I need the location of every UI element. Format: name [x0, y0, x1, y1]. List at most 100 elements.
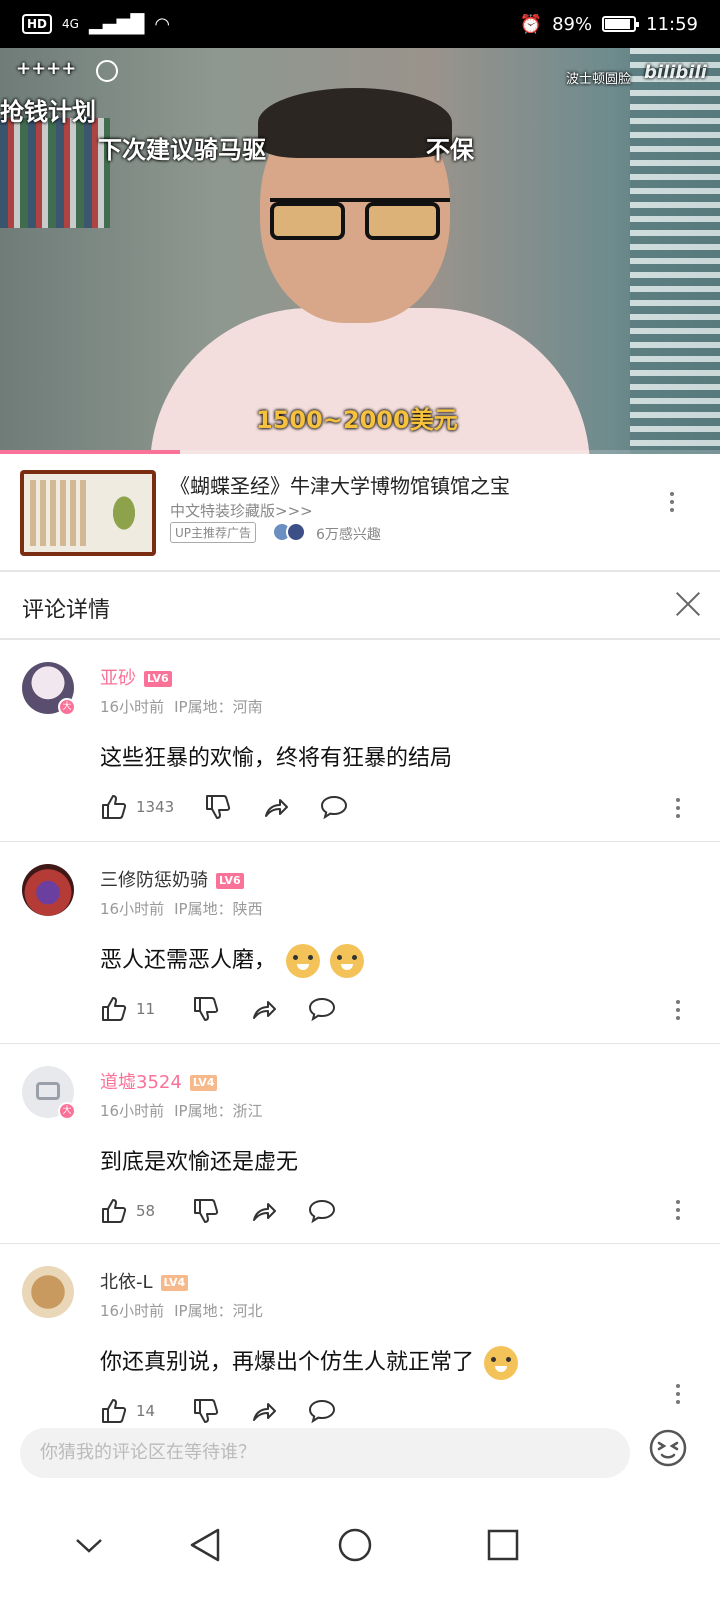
like-count: 58 [136, 1202, 156, 1220]
comment-time: 16小时前 [100, 900, 165, 918]
battery-icon [602, 16, 640, 32]
avatar[interactable] [22, 1266, 74, 1318]
wifi-icon: ◠ [154, 13, 171, 35]
like-button[interactable]: 11 [100, 995, 162, 1023]
comment-bubble-icon [308, 1199, 336, 1224]
thumb-up-icon [102, 1399, 127, 1423]
overlay-circle-icon [96, 60, 118, 82]
doge-emoji-icon [330, 944, 365, 978]
ad-card[interactable]: 《蝴蝶圣经》牛津大学博物馆镇馆之宝 中文特装珍藏版>>> UP主推荐广告 6万感… [0, 454, 720, 572]
comment-ip: IP属地：河北 [174, 1302, 263, 1320]
ad-subtitle[interactable]: 中文特装珍藏版>>> [170, 500, 313, 521]
comment-meta: 16小时前 IP属地：河南 [100, 696, 263, 717]
comment-username[interactable]: 道墟3524 LV4 [100, 1068, 218, 1094]
reply-button[interactable] [308, 1197, 336, 1225]
thumb-up-icon [102, 795, 127, 819]
comment-meta: 16小时前 IP属地：河北 [100, 1300, 263, 1321]
overlay-plus-text: ++++ [16, 58, 77, 79]
avatar[interactable]: 大 [22, 662, 76, 716]
like-button[interactable]: 14 [100, 1397, 162, 1425]
overlay-title: 抢钱计划 [0, 98, 96, 126]
comment-username[interactable]: 亚砂 LV6 [100, 664, 172, 690]
emoji-picker-icon[interactable] [648, 1428, 688, 1468]
comment-actions: 11 [100, 994, 366, 1024]
comment-time: 16小时前 [100, 1302, 165, 1320]
back-triangle-icon[interactable] [180, 1520, 230, 1570]
comment-detail-header: 评论详情 [0, 572, 720, 640]
like-button[interactable]: 1343 [100, 793, 174, 821]
comment-more-icon[interactable] [668, 1384, 688, 1404]
share-icon [253, 1403, 276, 1421]
dislike-button[interactable] [204, 793, 232, 821]
recents-square-icon[interactable] [478, 1520, 528, 1570]
share-button[interactable] [262, 793, 290, 821]
comment-input[interactable]: 你猜我的评论区在等待谁？ [20, 1428, 630, 1478]
share-icon [253, 1203, 276, 1221]
like-count: 11 [136, 1000, 156, 1018]
subtitle-top-tail: 不保 [426, 136, 474, 164]
comment-item: 三修防惩奶骑 LV6 16小时前 IP属地：陕西 恶人还需恶人磨， 11 [0, 842, 720, 1044]
comment-bubble-icon [308, 997, 336, 1022]
ad-interest-count: 6万感兴趣 [316, 527, 381, 543]
price-caption: 1500~2000美元 [256, 406, 458, 434]
comment-more-icon[interactable] [668, 1200, 688, 1220]
comment-more-icon[interactable] [668, 1000, 688, 1020]
comment-ip: IP属地：浙江 [174, 1102, 263, 1120]
comment-more-icon[interactable] [668, 798, 688, 818]
share-button[interactable] [250, 1397, 278, 1425]
comment-ip: IP属地：陕西 [174, 900, 263, 918]
bookshelf-background [0, 118, 110, 228]
comment-detail-title: 评论详情 [22, 598, 111, 623]
like-button[interactable]: 58 [100, 1197, 162, 1225]
verified-badge-icon: 大 [58, 1102, 76, 1120]
ad-thumbnail[interactable] [20, 470, 156, 556]
thumb-down-icon [194, 1199, 219, 1223]
close-icon[interactable] [668, 584, 708, 624]
avatar[interactable] [22, 864, 74, 916]
dislike-button[interactable] [192, 1197, 220, 1225]
comment-meta: 16小时前 IP属地：浙江 [100, 1100, 263, 1121]
level-badge: LV6 [216, 873, 244, 889]
level-badge: LV4 [189, 1075, 218, 1091]
window-blind-background [630, 48, 720, 454]
comment-bubble-icon [308, 1399, 336, 1424]
thumb-up-icon [102, 997, 127, 1021]
comment-ip: IP属地：河南 [174, 698, 263, 716]
video-player[interactable]: ++++ 抢钱计划 下次建议骑马驱 不保 波士顿圆脸 bilibili 1500… [0, 48, 720, 454]
chevron-down-icon[interactable] [64, 1520, 114, 1570]
bilibili-watermark: bilibili [644, 62, 707, 83]
comment-text: 到底是欢愉还是虚无 [100, 1150, 299, 1175]
comment-item: 大 亚砂 LV6 16小时前 IP属地：河南 这些狂暴的欢愉，终将有狂暴的结局 13… [0, 640, 720, 842]
verified-badge-icon: 大 [58, 698, 76, 716]
home-circle-icon[interactable] [330, 1520, 380, 1570]
share-button[interactable] [250, 995, 278, 1023]
ad-title[interactable]: 《蝴蝶圣经》牛津大学博物馆镇馆之宝 [170, 470, 510, 499]
hd-indicator: HD [22, 14, 53, 34]
dislike-button[interactable] [192, 1397, 220, 1425]
dislike-button[interactable] [192, 995, 220, 1023]
reply-button[interactable] [308, 995, 336, 1023]
interest-avatars [272, 522, 308, 542]
thumb-down-icon [194, 997, 219, 1021]
reply-button[interactable] [308, 1397, 336, 1425]
channel-watermark: 波士顿圆脸 [566, 72, 632, 87]
share-button[interactable] [250, 1197, 278, 1225]
ad-tag: UP主推荐广告 [170, 522, 257, 543]
clock: 11:59 [646, 13, 698, 35]
level-badge: LV6 [144, 671, 172, 687]
comment-username[interactable]: 北依-L LV4 [100, 1268, 189, 1294]
comment-time: 16小时前 [100, 698, 165, 716]
reply-button[interactable] [320, 793, 348, 821]
like-count: 14 [136, 1402, 156, 1420]
comment-text: 你还真别说，再爆出个仿生人就正常了 [100, 1344, 519, 1380]
comment-meta: 16小时前 IP属地：陕西 [100, 898, 263, 919]
comment-time: 16小时前 [100, 1102, 165, 1120]
comment-actions: 58 [100, 1196, 366, 1226]
ad-more-icon[interactable] [662, 492, 682, 512]
alarm-icon: ⏰ [519, 13, 543, 35]
comment-text: 恶人还需恶人磨， [100, 942, 365, 978]
avatar[interactable]: 大 [22, 1066, 76, 1120]
doge-emoji-icon [286, 944, 321, 978]
comment-username[interactable]: 三修防惩奶骑 LV6 [100, 866, 244, 892]
level-badge: LV4 [160, 1275, 189, 1291]
